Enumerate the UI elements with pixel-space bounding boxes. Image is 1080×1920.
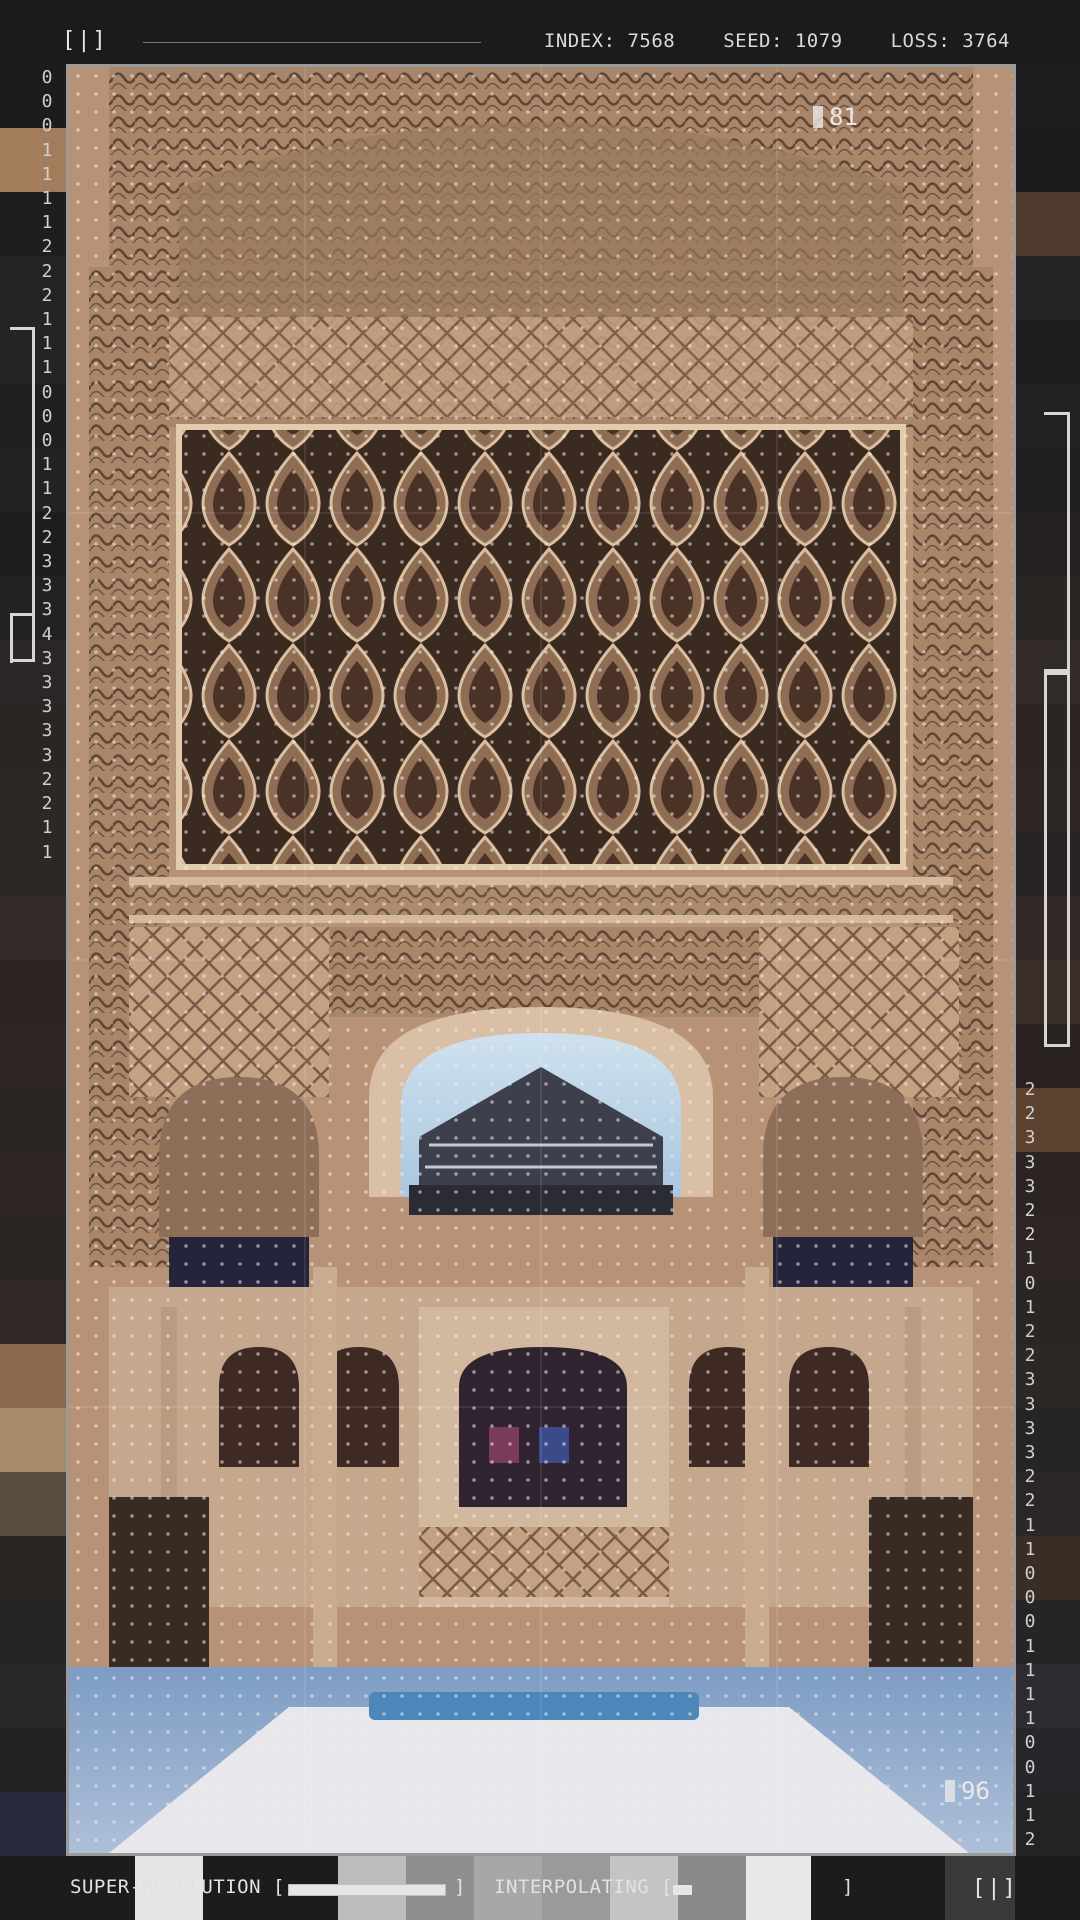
left-digit: 2 [41, 793, 53, 815]
left-digit: 0 [41, 67, 53, 88]
right-digit: 2 [1024, 1200, 1036, 1222]
left-digit: 3 [41, 672, 53, 694]
left-digit: 0 [41, 115, 53, 137]
super-resolution-close: ] [454, 1876, 466, 1898]
left-digit: 1 [41, 357, 53, 379]
left-digit: 1 [41, 188, 53, 210]
footer-logo: [|] [972, 1876, 1018, 1901]
right-digit: 3 [1024, 1127, 1036, 1149]
right-digit: 1 [1024, 1684, 1036, 1706]
right-digit: 0 [1024, 1732, 1036, 1754]
left-digit: 0 [41, 405, 53, 427]
image-panel[interactable]: 81 96 [66, 64, 1016, 1856]
top-region-tag: 81 [813, 103, 858, 131]
stats-readout: INDEX: 7568 SEED: 1079 LOSS: 3764 [544, 30, 1010, 52]
right-digit: 1 [1024, 1248, 1036, 1270]
tag-bar-icon [945, 1780, 955, 1802]
left-digit: 1 [41, 333, 53, 355]
left-digit: 3 [41, 575, 53, 597]
left-digit: 2 [41, 236, 53, 258]
right-digit: 3 [1024, 1369, 1036, 1391]
right-scan-bracket-lower [1044, 672, 1070, 1047]
right-digit: 1 [1024, 1708, 1036, 1730]
right-digit: 2 [1024, 1321, 1036, 1343]
index-readout: INDEX: 7568 [543, 30, 676, 52]
right-digit: 2 [1024, 1079, 1036, 1100]
bottom-region-tag: 96 [945, 1777, 990, 1805]
left-digit: 3 [41, 599, 53, 621]
tag-bar-icon [813, 106, 823, 128]
right-digit: 2 [1024, 1829, 1036, 1851]
arched-courtyard-image [69, 67, 1013, 1853]
right-digit: 0 [1024, 1587, 1036, 1609]
right-digit: 3 [1024, 1393, 1036, 1415]
right-digit: 0 [1024, 1272, 1036, 1294]
left-digit: 2 [41, 502, 53, 524]
right-digit: 1 [1024, 1296, 1036, 1318]
right-digit: 2 [1024, 1103, 1036, 1125]
right-digit: 1 [1024, 1805, 1036, 1827]
left-digit: 2 [41, 768, 53, 790]
header-divider [143, 42, 481, 43]
right-digit: 3 [1024, 1175, 1036, 1197]
left-digit: 3 [41, 720, 53, 742]
left-scan-bracket [10, 327, 35, 662]
left-digit: 2 [41, 526, 53, 548]
seed-readout: SEED: 1079 [723, 30, 843, 52]
left-digit: 1 [41, 841, 53, 863]
left-digit: 4 [41, 623, 53, 645]
left-scan-bracket-notch [10, 613, 35, 663]
left-digit: 3 [41, 744, 53, 766]
left-digit: 3 [41, 551, 53, 573]
interpolating-close: ] [842, 1876, 854, 1898]
right-digit: 1 [1024, 1780, 1036, 1802]
left-digit: 1 [41, 478, 53, 500]
left-digit: 1 [41, 163, 53, 185]
right-digit: 3 [1024, 1417, 1036, 1439]
super-resolution-progress-fill [289, 1885, 445, 1895]
left-digit: 2 [41, 260, 53, 282]
left-digit: 0 [41, 381, 53, 403]
bottom-bar: SUPER-RESOLUTION [ ] INTERPOLATING [ ] [… [0, 1856, 1080, 1920]
left-digit: 0 [41, 91, 53, 113]
top-region-value: 81 [829, 103, 858, 131]
right-digit: 1 [1024, 1514, 1036, 1536]
left-digit: 1 [41, 817, 53, 839]
right-digit: 2 [1024, 1224, 1036, 1246]
right-scan-bracket-upper [1044, 412, 1070, 672]
left-digit: 2 [41, 284, 53, 306]
left-digit: 1 [41, 309, 53, 331]
right-digit: 0 [1024, 1563, 1036, 1585]
left-digit: 1 [41, 212, 53, 234]
right-digit: 2 [1024, 1466, 1036, 1488]
interpolating-progress [672, 1884, 832, 1896]
right-digit: 3 [1024, 1442, 1036, 1464]
super-resolution-label: SUPER-RESOLUTION [ [70, 1876, 285, 1898]
right-digit: 0 [1024, 1611, 1036, 1633]
left-digit: 3 [41, 696, 53, 718]
right-digit: 1 [1024, 1635, 1036, 1657]
left-digit: 0 [41, 430, 53, 452]
right-digit: 1 [1024, 1659, 1036, 1681]
app-logo: [|] [62, 28, 108, 53]
right-digit: 3 [1024, 1151, 1036, 1173]
super-resolution-progress [288, 1884, 446, 1896]
right-digit: 0 [1024, 1756, 1036, 1778]
interpolating-progress-fill [673, 1885, 692, 1895]
left-digit: 1 [41, 139, 53, 161]
left-digit-column: 000111122211100011223334333332211 [37, 66, 57, 865]
left-digit: 3 [41, 647, 53, 669]
left-digit: 1 [41, 454, 53, 476]
right-digit: 2 [1024, 1490, 1036, 1512]
loss-readout: LOSS: 3764 [890, 30, 1010, 52]
interpolating-label: INTERPOLATING [ [494, 1876, 674, 1898]
top-bar: [|] INDEX: 7568 SEED: 1079 LOSS: 3764 [0, 0, 1080, 64]
bottom-region-value: 96 [961, 1777, 990, 1805]
right-digit: 2 [1024, 1345, 1036, 1367]
right-digit: 1 [1024, 1538, 1036, 1560]
right-digit-column: 22333221012233332211000111100112 [1020, 1078, 1040, 1853]
